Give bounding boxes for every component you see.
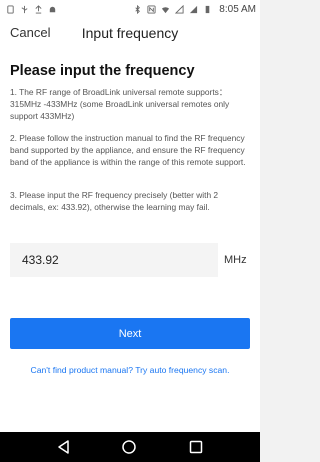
upload-icon <box>35 4 42 14</box>
instruction-paragraph-1: 1. The RF range of BroadLink universal r… <box>10 87 230 121</box>
instruction-paragraph-2: 2. Please follow the instruction manual … <box>10 133 246 167</box>
sim-off-icon <box>175 4 184 14</box>
instruction-paragraph-3: 3. Please input the RF frequency precise… <box>10 190 219 212</box>
android-icon <box>49 6 56 12</box>
usb-icon <box>21 5 28 13</box>
auto-frequency-scan-link[interactable]: Can't find product manual? Try auto freq… <box>20 364 240 376</box>
status-right-icons: 8:05 AM <box>133 4 256 15</box>
status-left-icons <box>6 4 57 14</box>
wifi-icon <box>162 6 170 13</box>
nfc-icon <box>147 4 156 14</box>
sim-icon <box>7 4 14 14</box>
battery-icon <box>205 5 210 13</box>
next-button[interactable]: Next <box>10 318 250 349</box>
page-title: Input frequency <box>81 25 179 41</box>
status-bar: 8:05 AM <box>0 0 260 18</box>
frequency-unit-label: MHz <box>224 254 247 266</box>
main-content: Please input the frequency 1. The RF ran… <box>0 48 260 432</box>
frequency-row: MHz <box>10 243 252 277</box>
navigation-bar: Cancel Input frequency <box>0 18 260 48</box>
system-navigation-bar <box>0 432 260 462</box>
back-icon[interactable] <box>56 439 72 455</box>
frequency-input[interactable] <box>10 243 218 277</box>
signal-icon <box>190 5 198 13</box>
bluetooth-icon <box>135 4 141 14</box>
section-heading: Please input the frequency <box>10 63 195 79</box>
home-icon[interactable] <box>121 439 137 455</box>
recent-apps-icon[interactable] <box>188 439 204 455</box>
status-time: 8:05 AM <box>219 3 256 15</box>
